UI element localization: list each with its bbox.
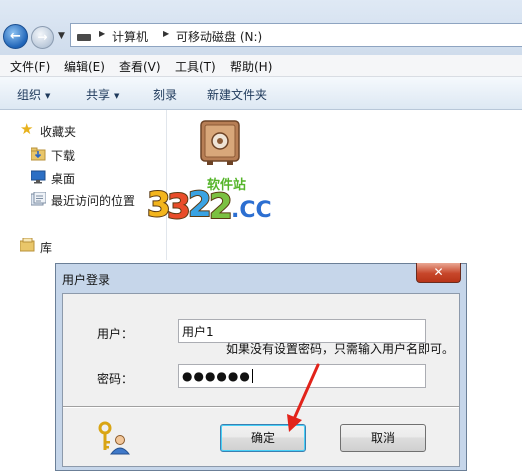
library-icon [19,237,35,252]
organize-label: 组织 [17,88,42,102]
cancel-button[interactable]: 取消 [340,424,426,452]
nav-libraries[interactable]: 库 [40,239,52,256]
menu-edit[interactable]: 编辑(E) [64,58,105,75]
address-box[interactable]: ▶ 计算机 ▶ 可移动磁盘 (N:) [70,23,522,47]
close-button[interactable]: ✕ [416,263,461,283]
organize-button[interactable]: 组织 ▼ [17,86,50,103]
svg-text:.CC: .CC [231,198,272,222]
breadcrumb-computer[interactable]: 计算机 [112,28,148,45]
nav-recent-places[interactable]: 最近访问的位置 [51,192,135,209]
annotation-text: 如果没有设置密码，只需输入用户名即可。 [226,342,455,356]
menu-help[interactable]: 帮助(H) [230,58,272,75]
close-icon: ✕ [433,265,444,279]
nav-downloads[interactable]: 下载 [51,147,75,164]
drive-icon [77,34,91,41]
desktop-icon [30,170,46,184]
breadcrumb-removable-disk[interactable]: 可移动磁盘 (N:) [176,28,262,45]
nav-desktop[interactable]: 桌面 [51,170,75,187]
dialog-separator [63,406,459,408]
back-arrow-icon: ← [10,29,21,44]
nav-favorites[interactable]: 收藏夹 [40,123,76,140]
ok-button[interactable]: 确定 [220,424,306,452]
dialog-title: 用户登录 [62,273,111,287]
new-folder-button[interactable]: 新建文件夹 [207,86,267,103]
password-label: 密码： [97,372,134,386]
breadcrumb-separator: ▶ [99,29,106,38]
user-label: 用户： [97,327,134,341]
burn-button[interactable]: 刻录 [153,86,177,103]
navigation-pane: ★ 收藏夹 下载 桌面 最近访问的位置 库 [0,110,167,260]
star-icon: ★ [20,120,34,138]
dialog-body: 用户： 密码： ●●●●●● 确定 取消 [62,293,460,467]
svg-text:2: 2 [209,187,233,222]
safe-icon[interactable] [199,118,241,166]
back-button[interactable]: ← [3,24,28,49]
chevron-down-icon: ▼ [114,92,120,100]
forward-button[interactable]: → [31,26,54,49]
breadcrumb-separator: ▶ [163,29,170,38]
login-dialog: 用户登录 ✕ 用户： 密码： ●●●●●● 确定 取消 [55,263,467,471]
share-label: 共享 [86,88,111,102]
history-dropdown[interactable]: ▼ [58,31,65,41]
menu-view[interactable]: 查看(V) [119,58,161,75]
password-input[interactable]: ●●●●●● [178,364,426,388]
share-button[interactable]: 共享 ▼ [86,86,119,103]
keys-user-icon [97,421,131,455]
command-toolbar: 组织 ▼ 共享 ▼ 刻录 新建文件夹 [0,77,522,110]
password-mask: ●●●●●● [182,369,251,383]
address-bar-area: ← → ▼ ▶ 计算机 ▶ 可移动磁盘 (N:) [0,0,522,55]
chevron-down-icon: ▼ [45,92,51,100]
forward-arrow-icon: → [37,30,48,44]
menu-bar: 文件(F) 编辑(E) 查看(V) 工具(T) 帮助(H) [0,55,522,77]
recent-places-icon [30,191,47,206]
menu-tools[interactable]: 工具(T) [175,58,216,75]
menu-file[interactable]: 文件(F) [10,58,50,75]
downloads-folder-icon [30,147,46,161]
watermark-logo: 软件站 3 3 2 2 .CC [145,172,295,228]
